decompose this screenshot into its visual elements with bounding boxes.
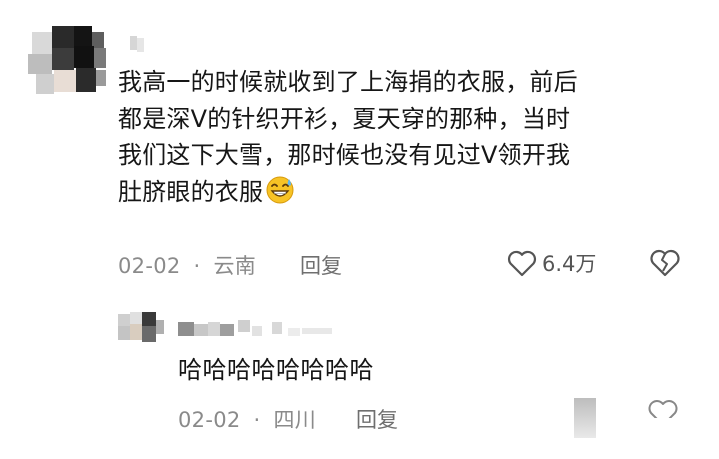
reply-username[interactable] bbox=[178, 318, 338, 340]
broken-heart-icon bbox=[648, 247, 682, 283]
like-count: 6.4万 bbox=[542, 252, 597, 276]
reply-location: 四川 bbox=[273, 408, 317, 432]
comment-username[interactable] bbox=[130, 36, 150, 52]
comment-reply-button[interactable]: 回复 bbox=[300, 250, 342, 280]
comment-avatar[interactable] bbox=[28, 22, 106, 100]
reply-text: 哈哈哈哈哈哈哈哈 bbox=[178, 356, 374, 384]
comment-location: 云南 bbox=[213, 254, 257, 278]
reply-meta: 02-02 · 四川 bbox=[178, 404, 316, 434]
meta-separator: · bbox=[193, 254, 201, 278]
comment-line: 都是深V的针织开衫，夏天穿的那种，当时 bbox=[118, 104, 571, 133]
reply-date: 02-02 bbox=[178, 408, 241, 432]
comment-line: 我们这下大雪，那时候也没有见过V领开我 bbox=[118, 141, 571, 169]
like-button[interactable]: 6.4万 bbox=[506, 247, 596, 279]
meta-separator: · bbox=[253, 408, 261, 432]
comment-text: 我高一的时候就收到了上海捐的衣服，前后 都是深V的针织开衫，夏天穿的那种，当时 … bbox=[118, 64, 708, 210]
comment-date: 02-02 bbox=[118, 254, 181, 278]
heart-outline-icon bbox=[506, 248, 538, 278]
reply-heart-outline-icon[interactable] bbox=[646, 398, 680, 418]
laughing-sweat-emoji-icon bbox=[265, 175, 295, 205]
comment-meta: 02-02 · 云南 bbox=[118, 250, 256, 280]
comment-line: 肚脐眼的衣服 bbox=[118, 177, 264, 206]
reply-reply-button[interactable]: 回复 bbox=[356, 404, 398, 434]
dislike-button[interactable] bbox=[648, 247, 682, 279]
blurred-like-count bbox=[574, 398, 596, 438]
comment-line: 我高一的时候就收到了上海捐的衣服，前后 bbox=[118, 68, 578, 96]
reply-avatar[interactable] bbox=[116, 310, 166, 346]
